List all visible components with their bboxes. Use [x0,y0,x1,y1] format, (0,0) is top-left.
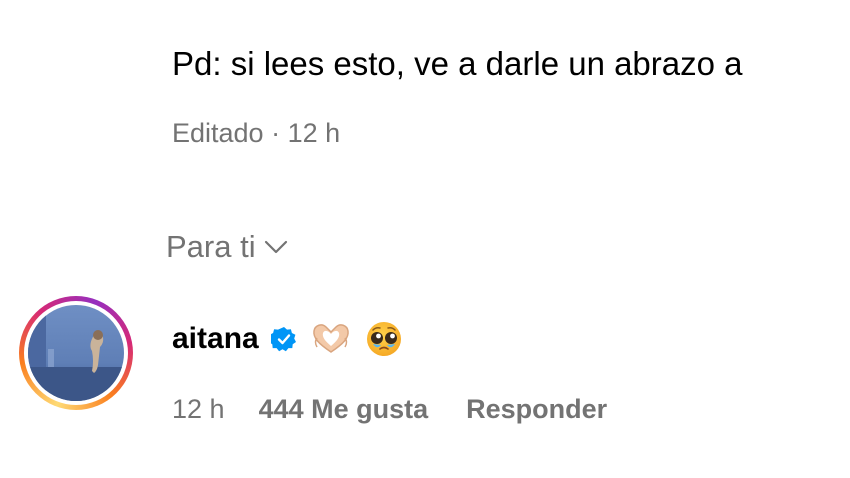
avatar [28,305,124,401]
verified-badge-icon [270,327,296,352]
sort-label: Para ti [166,229,256,264]
chevron-down-icon [264,240,287,254]
caption-text: Pd: si lees esto, ve a darle un abrazo a [172,45,743,82]
avatar-story-ring[interactable] [19,296,133,410]
caption-meta: Editado · 12 h [172,118,341,148]
likes-count-link[interactable]: 444 Me gusta [259,392,429,426]
username-link[interactable]: aitana [172,319,259,359]
reply-button[interactable]: Responder [466,392,607,426]
comment-time[interactable]: 12 h [172,392,225,426]
comments-panel: Pd: si lees esto, ve a darle un abrazo a… [0,0,850,478]
comment-actions: 12 h 444 Me gusta Responder [172,392,607,426]
comment-header: aitana [172,318,403,360]
sort-dropdown[interactable]: Para ti [166,228,288,266]
heart-hands-emoji [312,324,349,353]
pleading-face-emoji [366,322,401,356]
